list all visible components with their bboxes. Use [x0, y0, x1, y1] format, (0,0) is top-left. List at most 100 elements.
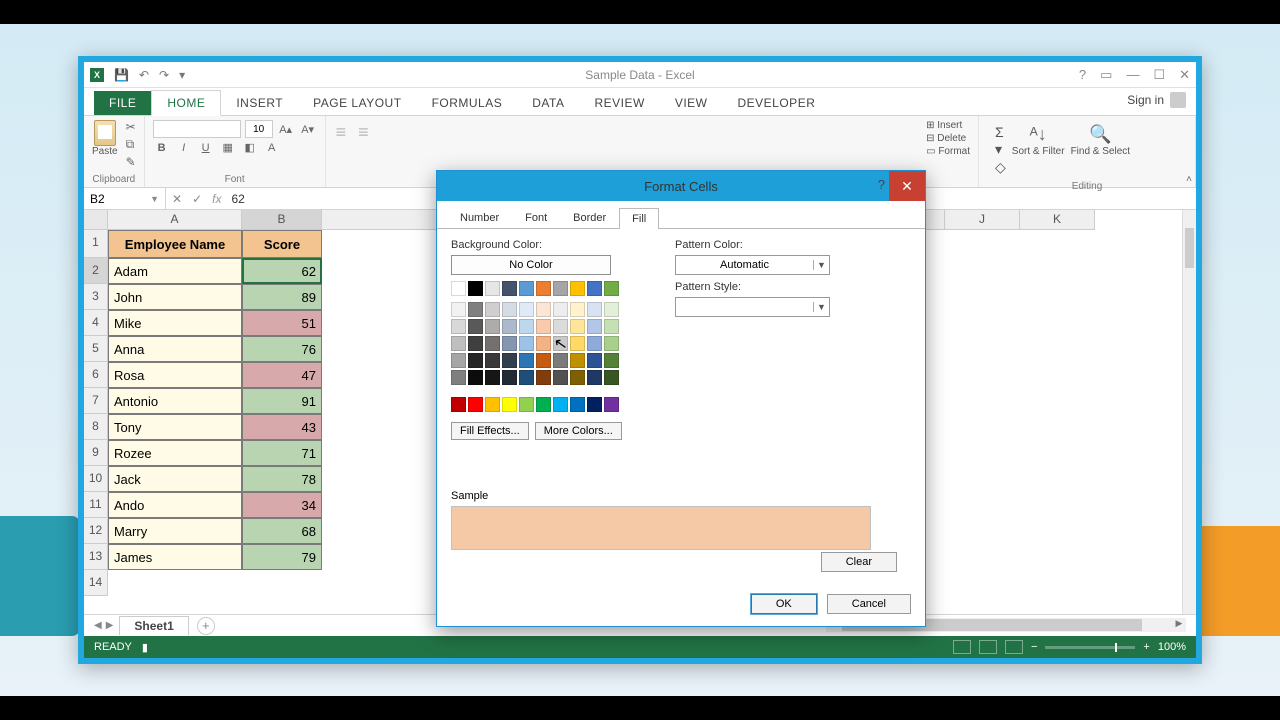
tab-home[interactable]: HOME [151, 90, 221, 116]
cell[interactable]: Marry [108, 518, 242, 544]
new-sheet-button[interactable]: + [197, 617, 215, 635]
pattern-style-combo[interactable]: ▼ [675, 297, 830, 317]
italic-button[interactable]: I [175, 142, 193, 154]
color-swatch[interactable] [502, 336, 517, 351]
color-swatch[interactable] [451, 397, 466, 412]
insert-cells-button[interactable]: ⊞ Insert [926, 120, 970, 131]
color-swatch[interactable] [553, 281, 568, 296]
color-swatch[interactable] [570, 353, 585, 368]
enter-formula-icon[interactable]: ✓ [192, 192, 202, 206]
color-swatch[interactable] [604, 397, 619, 412]
cell[interactable]: 34 [242, 492, 322, 518]
cell[interactable]: Score [242, 230, 322, 258]
undo-icon[interactable]: ↶ [139, 68, 149, 82]
color-swatch[interactable] [519, 336, 534, 351]
row-header-13[interactable]: 13 [84, 544, 108, 570]
color-swatch[interactable] [451, 370, 466, 385]
cell[interactable]: 51 [242, 310, 322, 336]
color-swatch[interactable] [587, 370, 602, 385]
color-swatch[interactable] [587, 319, 602, 334]
zoom-slider[interactable] [1045, 646, 1135, 649]
color-swatch[interactable] [570, 397, 585, 412]
color-swatch[interactable] [604, 281, 619, 296]
color-swatch[interactable] [485, 302, 500, 317]
cell[interactable]: 79 [242, 544, 322, 570]
copy-icon[interactable]: ⧉ [126, 137, 136, 152]
delete-cells-button[interactable]: ⊟ Delete [926, 133, 970, 144]
tab-file[interactable]: FILE [94, 91, 151, 115]
color-swatch[interactable] [485, 281, 500, 296]
row-header-7[interactable]: 7 [84, 388, 108, 414]
tab-review[interactable]: REVIEW [579, 91, 659, 115]
close-icon[interactable]: ✕ [1179, 67, 1190, 83]
color-swatch[interactable] [519, 353, 534, 368]
color-swatch[interactable] [553, 302, 568, 317]
dtab-number[interactable]: Number [447, 207, 512, 228]
pattern-color-combo[interactable]: Automatic ▼ [675, 255, 830, 275]
color-swatch[interactable] [604, 319, 619, 334]
zoom-out-button[interactable]: − [1031, 641, 1037, 653]
sheet-nav-next-icon[interactable]: ▶ [106, 620, 114, 631]
color-swatch[interactable] [485, 353, 500, 368]
color-swatch[interactable] [485, 319, 500, 334]
color-swatch[interactable] [519, 302, 534, 317]
color-swatch[interactable] [502, 397, 517, 412]
color-swatch[interactable] [468, 397, 483, 412]
format-painter-icon[interactable]: ✎ [126, 155, 136, 169]
cell[interactable]: Anna [108, 336, 242, 362]
dialog-close-button[interactable]: ✕ [889, 171, 925, 201]
color-swatch[interactable] [451, 302, 466, 317]
format-cells-button[interactable]: ▭ Format [926, 146, 970, 157]
fx-icon[interactable]: fx [212, 192, 221, 206]
normal-view-button[interactable] [953, 640, 971, 654]
color-swatch[interactable] [587, 353, 602, 368]
dialog-titlebar[interactable]: Format Cells ? ✕ [437, 171, 925, 201]
row-header-8[interactable]: 8 [84, 414, 108, 440]
row-header-6[interactable]: 6 [84, 362, 108, 388]
color-swatch[interactable] [451, 353, 466, 368]
sort-filter-button[interactable]: ᴬ↓ Sort & Filter [1012, 124, 1065, 157]
sign-in[interactable]: Sign in [1127, 92, 1186, 108]
row-header-2[interactable]: 2 [84, 258, 108, 284]
bold-button[interactable]: B [153, 142, 171, 154]
underline-button[interactable]: U [197, 142, 215, 154]
row-header-10[interactable]: 10 [84, 466, 108, 492]
color-swatch[interactable] [468, 353, 483, 368]
cell[interactable]: 76 [242, 336, 322, 362]
color-swatch[interactable] [519, 370, 534, 385]
col-header-J[interactable]: J [945, 210, 1020, 230]
find-select-button[interactable]: 🔍 Find & Select [1071, 124, 1130, 157]
tab-formulas[interactable]: FORMULAS [417, 91, 518, 115]
page-break-view-button[interactable] [1005, 640, 1023, 654]
color-swatch[interactable] [536, 319, 551, 334]
cell[interactable]: 68 [242, 518, 322, 544]
cell[interactable]: 71 [242, 440, 322, 466]
save-icon[interactable]: 💾 [114, 68, 129, 82]
font-size-combo[interactable]: 10 [245, 120, 273, 138]
cell[interactable]: Tony [108, 414, 242, 440]
color-swatch[interactable] [553, 397, 568, 412]
border-button[interactable]: ▦ [219, 141, 237, 154]
row-header-1[interactable]: 1 [84, 230, 108, 258]
tab-insert[interactable]: INSERT [221, 91, 298, 115]
select-all-corner[interactable] [84, 210, 108, 230]
vertical-scrollbar[interactable] [1182, 210, 1196, 614]
color-swatch[interactable] [519, 397, 534, 412]
dialog-help-icon[interactable]: ? [878, 177, 885, 192]
color-swatch[interactable] [570, 370, 585, 385]
cell[interactable]: James [108, 544, 242, 570]
clear-button[interactable]: Clear [821, 552, 897, 572]
cancel-button[interactable]: Cancel [827, 594, 911, 614]
fill-icon[interactable]: ▾ [995, 141, 1006, 158]
color-swatch[interactable] [553, 336, 568, 351]
color-swatch[interactable] [536, 397, 551, 412]
color-swatch[interactable] [502, 353, 517, 368]
font-name-combo[interactable] [153, 120, 241, 138]
cell[interactable]: Rozee [108, 440, 242, 466]
color-swatch[interactable] [604, 302, 619, 317]
maximize-icon[interactable]: ☐ [1153, 67, 1165, 83]
dtab-border[interactable]: Border [560, 207, 619, 228]
no-color-button[interactable]: No Color [451, 255, 611, 275]
cell[interactable]: 47 [242, 362, 322, 388]
cell[interactable]: 91 [242, 388, 322, 414]
